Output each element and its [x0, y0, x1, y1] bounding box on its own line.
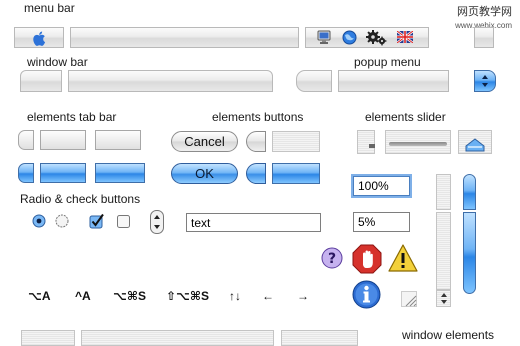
slider-track[interactable]: [389, 142, 447, 146]
checkbox-unchecked[interactable]: [117, 215, 130, 228]
tab-blue-left-cap[interactable]: [18, 163, 34, 183]
percent-100-field[interactable]: 100%: [353, 176, 410, 196]
tab-grey-1[interactable]: [40, 130, 86, 150]
button-blue-left-cap[interactable]: [246, 163, 266, 184]
popup-menu-body[interactable]: [338, 70, 449, 92]
window-element-left: [21, 330, 75, 346]
button-grey-body[interactable]: [272, 131, 320, 152]
shortcut-right-arrow: →: [297, 289, 309, 303]
checkbox-checked[interactable]: [89, 213, 105, 229]
shortcut-option-a: ⌥A: [28, 289, 51, 303]
uk-flag-icon[interactable]: [397, 31, 413, 43]
scrollbar-blue-top[interactable]: [463, 174, 476, 210]
tab-blue-2[interactable]: [95, 163, 145, 183]
popup-menu-left[interactable]: [296, 70, 332, 92]
monitor-icon[interactable]: [317, 30, 331, 45]
button-grey-left-cap[interactable]: [246, 131, 266, 152]
apple-icon[interactable]: [32, 30, 48, 47]
cancel-button[interactable]: Cancel: [171, 131, 238, 152]
scroll-arrows-icon: [440, 292, 448, 305]
watermark-title: 网页教学网: [457, 6, 512, 18]
stop-hand-icon[interactable]: [352, 244, 382, 274]
shortcut-option-command-s: ⌥⌘S: [113, 289, 146, 303]
slider-track-cap: [369, 144, 375, 148]
tab-blue-1[interactable]: [40, 163, 86, 183]
window-bar-left[interactable]: [20, 70, 62, 92]
window-bar-label: window bar: [27, 55, 88, 69]
scrollbar-grey-top[interactable]: [436, 174, 451, 210]
tab-grey-left-cap[interactable]: [18, 130, 34, 150]
shortcut-shift-option-command-s: ⇧⌥⌘S: [166, 289, 210, 303]
window-element-right: [281, 330, 358, 346]
slider-left-segment: [357, 130, 375, 154]
radio-check-label: Radio & check buttons: [20, 192, 141, 206]
window-elements-label: window elements: [402, 328, 495, 342]
popup-arrows-icon: [481, 73, 489, 89]
scrollbar-grey-track[interactable]: [436, 212, 451, 290]
radio-unselected[interactable]: [55, 214, 69, 228]
elements-slider-label: elements slider: [365, 110, 446, 124]
shortcut-up-down-arrows: ↑↓: [229, 289, 241, 303]
popup-menu-label: popup menu: [354, 55, 421, 69]
resize-grip-icon[interactable]: [401, 291, 417, 307]
stepper-control[interactable]: [150, 210, 164, 234]
gears-icon[interactable]: [365, 28, 387, 46]
text-field[interactable]: text: [186, 213, 321, 232]
info-icon[interactable]: [352, 280, 381, 309]
slider-thumb[interactable]: [463, 138, 487, 152]
elements-buttons-label: elements buttons: [212, 110, 304, 124]
ok-button[interactable]: OK: [171, 163, 238, 184]
globe-icon[interactable]: [342, 30, 357, 45]
button-blue-body[interactable]: [272, 163, 320, 184]
menu-bar-body[interactable]: [70, 27, 299, 48]
shortcut-left-arrow: ←: [262, 289, 274, 303]
menu-bar-label: menu bar: [24, 1, 75, 15]
menu-bar-end-cap: [474, 27, 494, 48]
tab-grey-2[interactable]: [95, 130, 141, 150]
elements-tab-bar-label: elements tab bar: [27, 110, 117, 124]
window-bar-title[interactable]: [68, 70, 273, 92]
help-icon[interactable]: ?: [321, 247, 343, 269]
radio-selected[interactable]: [32, 214, 46, 228]
warning-icon[interactable]: [387, 243, 419, 273]
svg-text:?: ?: [328, 251, 336, 267]
percent-5-field[interactable]: 5%: [353, 212, 410, 232]
watermark-url: www.webjx.com: [455, 21, 512, 30]
scrollbar-blue-thumb[interactable]: [463, 212, 476, 294]
window-element-middle: [81, 330, 274, 346]
shortcut-control-a: ^A: [75, 289, 91, 303]
